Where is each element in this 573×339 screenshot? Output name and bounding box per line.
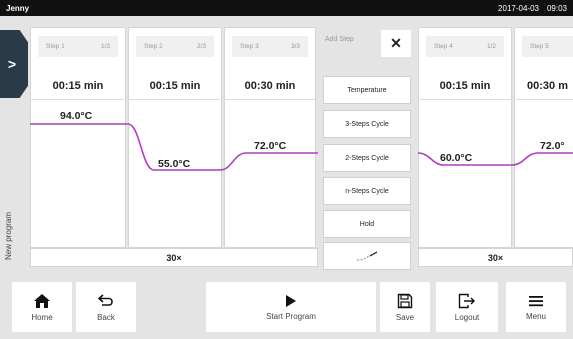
chevron-right-icon: > bbox=[7, 56, 17, 72]
gradient-ramp-icon bbox=[356, 251, 378, 261]
save-button[interactable]: Save bbox=[380, 282, 430, 332]
menu-button[interactable]: Menu bbox=[506, 282, 566, 332]
back-button[interactable]: Back bbox=[76, 282, 136, 332]
status-bar: Jenny 2017-04-03 09:03 bbox=[0, 0, 573, 16]
back-arrow-icon bbox=[97, 293, 113, 306]
add-gradient-button[interactable] bbox=[323, 242, 411, 270]
add-3-steps-cycle-button[interactable]: 3-Steps Cycle bbox=[323, 110, 411, 138]
step-label: Step 2 bbox=[144, 43, 163, 50]
add-step-title: Add Step bbox=[325, 36, 354, 43]
step-tag: Step 5 bbox=[522, 36, 573, 57]
logout-button[interactable]: Logout bbox=[436, 282, 498, 332]
new-program-label: New program bbox=[1, 190, 15, 260]
step-tag: Step 1 1/3 bbox=[38, 36, 118, 57]
step-index: 1/2 bbox=[486, 43, 496, 50]
step-temperature: 60.0°C bbox=[440, 152, 473, 164]
home-label: Home bbox=[31, 312, 53, 322]
step-time: 00:30 m bbox=[527, 80, 568, 92]
save-icon bbox=[397, 293, 413, 308]
logout-label: Logout bbox=[454, 312, 480, 322]
start-program-button[interactable]: Start Program bbox=[206, 282, 376, 332]
step-temperature: 55.0°C bbox=[158, 158, 191, 170]
step-temperature: 72.0° bbox=[540, 140, 565, 152]
step-temperature: 94.0°C bbox=[60, 110, 93, 122]
user-name: Jenny bbox=[6, 3, 30, 13]
step-label: Step 3 bbox=[240, 43, 259, 50]
menu-label: Menu bbox=[525, 311, 546, 321]
back-label: Back bbox=[97, 312, 115, 322]
logout-icon bbox=[458, 293, 475, 308]
expand-sidebar-button[interactable]: > bbox=[0, 30, 28, 98]
step-tag: Step 2 2/3 bbox=[136, 36, 214, 57]
status-time: 09:03 bbox=[546, 3, 567, 13]
step-time: 00:15 min bbox=[52, 80, 104, 92]
step-tag: Step 4 1/2 bbox=[426, 36, 504, 57]
step-label: Step 5 bbox=[530, 43, 549, 50]
step-time: 00:15 min bbox=[439, 80, 491, 92]
add-2-steps-cycle-button[interactable]: 2-Steps Cycle bbox=[323, 144, 411, 172]
start-program-label: Start Program bbox=[266, 311, 316, 321]
step-label: Step 1 bbox=[46, 43, 65, 50]
step-index: 3/3 bbox=[290, 43, 300, 50]
step-time: 00:15 min bbox=[149, 80, 201, 92]
step-index: 2/3 bbox=[196, 43, 206, 50]
step-index: 1/3 bbox=[100, 43, 110, 50]
close-add-step-button[interactable]: ✕ bbox=[381, 30, 411, 57]
new-program-text: New program bbox=[4, 211, 13, 260]
cycle-count-1[interactable]: 30× bbox=[30, 248, 318, 267]
hamburger-menu-icon bbox=[529, 295, 543, 306]
status-date: 2017-04-03 bbox=[498, 3, 539, 13]
step-time: 00:30 min bbox=[244, 80, 296, 92]
add-temperature-button[interactable]: Temperature bbox=[323, 76, 411, 104]
step-label: Step 4 bbox=[434, 43, 453, 50]
home-button[interactable]: Home bbox=[12, 282, 72, 332]
play-icon bbox=[286, 294, 296, 307]
step-temperature: 72.0°C bbox=[254, 140, 287, 152]
add-step-panel: Add Step ✕ Temperature 3-Steps Cycle 2-S… bbox=[318, 27, 416, 270]
save-label: Save bbox=[395, 312, 415, 322]
add-n-steps-cycle-button[interactable]: n-Steps Cycle bbox=[323, 177, 411, 205]
step-tag: Step 3 3/3 bbox=[232, 36, 308, 57]
cycle-count-2[interactable]: 30× bbox=[418, 248, 573, 267]
temperature-profile-curve bbox=[30, 123, 573, 171]
add-hold-button[interactable]: Hold bbox=[323, 210, 411, 238]
home-icon bbox=[34, 293, 50, 308]
close-icon: ✕ bbox=[390, 35, 402, 51]
